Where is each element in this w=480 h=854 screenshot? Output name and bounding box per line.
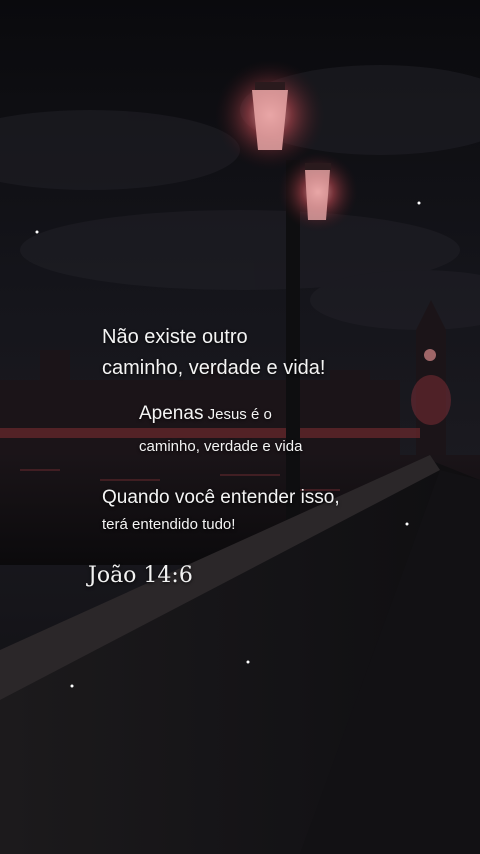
tower-glow [411, 375, 451, 425]
quote-line-6: terá entendido tudo! [102, 516, 236, 533]
quote-line-4: caminho, verdade e vida [139, 438, 303, 455]
quote-line-3-emphasis: Apenas [139, 403, 204, 424]
quote-line-3: Apenas Jesus é o [139, 403, 272, 425]
quote-line-2: caminho, verdade e vida! [102, 357, 326, 379]
quote-line-1: Não existe outro [102, 326, 248, 348]
night-bridge-background [0, 0, 480, 854]
clock-face [424, 349, 436, 361]
bible-reference: João 14:6 [88, 563, 193, 588]
city-lights [0, 428, 420, 438]
quote-line-3-rest: Jesus é o [203, 406, 272, 423]
quote-line-5: Quando você entender isso, [102, 487, 340, 508]
